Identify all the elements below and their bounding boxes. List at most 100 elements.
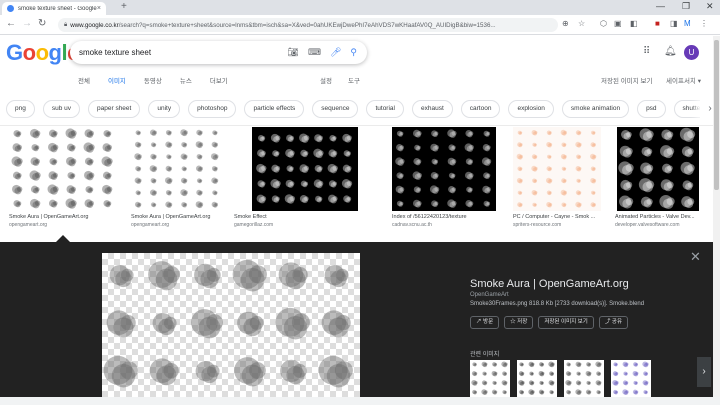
- search-chip[interactable]: particle effects: [244, 100, 305, 118]
- back-icon[interactable]: ←: [6, 18, 16, 29]
- result-title[interactable]: Index of /5612242012​3/texture: [392, 214, 502, 220]
- smoke-puff: [578, 372, 581, 375]
- smoke-puff: [484, 390, 488, 394]
- logo-letter: g: [48, 40, 62, 65]
- settings-link[interactable]: 설정: [320, 75, 332, 85]
- smoke-puff: [474, 390, 478, 394]
- minimize-button[interactable]: —: [656, 1, 665, 11]
- search-chip[interactable]: sub uv: [42, 100, 81, 118]
- search-box[interactable]: smoke texture sheet 📷︎ ⌨ 🎤︎ ⚲: [70, 41, 367, 64]
- url-path: /search?q=smoke+texture+sheet&source=lnm…: [118, 21, 496, 29]
- smoke-puff: [399, 158, 405, 164]
- extension-icon[interactable]: ■: [655, 19, 660, 28]
- maximize-button[interactable]: ❐: [682, 1, 690, 12]
- search-chip[interactable]: tutorial: [366, 100, 404, 118]
- bookmark-star-icon[interactable]: ☆: [578, 19, 585, 28]
- apps-grid-icon[interactable]: ⠿: [643, 46, 650, 57]
- result-thumbnail[interactable]: [252, 127, 358, 211]
- safesearch-link[interactable]: 세이프서치 ▾: [666, 75, 701, 85]
- notifications-icon[interactable]: 🔔︎: [664, 46, 677, 57]
- result-thumbnail[interactable]: [131, 127, 223, 211]
- smoke-puff: [504, 390, 507, 394]
- extension-icon[interactable]: ⬡: [600, 19, 607, 28]
- smoke-puff: [615, 380, 619, 385]
- save-button[interactable]: ☆ 저장: [504, 316, 534, 329]
- related-thumbnail[interactable]: [611, 360, 651, 397]
- search-input[interactable]: smoke texture sheet: [79, 48, 288, 57]
- avatar[interactable]: U: [684, 45, 699, 60]
- extension-icon[interactable]: ◨: [670, 19, 678, 28]
- smoke-puff: [626, 131, 632, 138]
- result-title[interactable]: Smoke Effect: [234, 214, 374, 220]
- zoom-icon[interactable]: ⊕: [562, 19, 569, 28]
- extension-icon[interactable]: ◧: [630, 19, 638, 28]
- result-title[interactable]: PC / Computer - Cayne - Smok ...: [513, 214, 605, 220]
- search-chip[interactable]: photoshop: [188, 100, 237, 118]
- share-button[interactable]: ⤴ 공유: [598, 316, 629, 329]
- forward-icon[interactable]: →: [22, 18, 32, 29]
- extension-icon[interactable]: ▣: [614, 19, 622, 28]
- result-thumbnail[interactable]: [9, 127, 117, 211]
- search-icon[interactable]: ⚲: [350, 47, 357, 58]
- search-chip[interactable]: png: [6, 100, 35, 118]
- search-chip[interactable]: sequence: [312, 100, 359, 118]
- reload-icon[interactable]: ↻: [38, 18, 46, 29]
- close-icon[interactable]: ✕: [690, 249, 701, 265]
- page-scrollbar[interactable]: [713, 36, 720, 397]
- result-thumbnail[interactable]: [513, 127, 601, 211]
- visit-button[interactable]: ↗ 방문: [470, 316, 500, 329]
- smoke-puff: [16, 186, 23, 192]
- tab-close-icon[interactable]: ×: [97, 5, 101, 12]
- smoke-puff: [534, 190, 538, 195]
- menu-icon[interactable]: ⋮: [700, 19, 708, 28]
- search-chip[interactable]: unity: [148, 100, 181, 118]
- preview-title[interactable]: Smoke Aura | OpenGameArt.org: [470, 278, 629, 290]
- smoke-puff: [303, 165, 310, 171]
- result-title[interactable]: Smoke Aura | OpenGameArt.org: [131, 214, 231, 220]
- smoke-puff: [635, 381, 638, 384]
- address-bar[interactable]: 🔒︎ www.google.co.kr /search?q=smoke+text…: [58, 18, 558, 32]
- smoke-puff: [332, 136, 337, 140]
- microphone-icon[interactable]: 🎤︎: [330, 47, 341, 58]
- new-tab-button[interactable]: +: [121, 1, 127, 12]
- saved-images-link[interactable]: 저장된 이미지 보기: [601, 75, 652, 85]
- smoke-puff: [289, 135, 295, 141]
- smoke-puff: [261, 136, 266, 140]
- result-title[interactable]: Animated Particles - Valve Dev...: [615, 214, 707, 220]
- next-image-button[interactable]: ›: [697, 357, 711, 387]
- browser-toolbar: ← → ↻ 🔒︎ www.google.co.kr /search?q=smok…: [0, 15, 720, 35]
- view-saved-button[interactable]: 저장된 이미지 보기: [538, 316, 594, 329]
- result-thumbnail[interactable]: [617, 127, 699, 211]
- keyboard-icon[interactable]: ⌨: [308, 47, 321, 58]
- smoke-puff: [474, 363, 477, 366]
- smoke-puff: [551, 390, 554, 394]
- search-chip[interactable]: explosion: [508, 100, 554, 118]
- close-window-button[interactable]: ✕: [706, 1, 714, 12]
- related-thumbnail[interactable]: [470, 360, 510, 397]
- extension-icon[interactable]: M: [684, 19, 691, 28]
- camera-icon[interactable]: 📷︎: [288, 47, 299, 58]
- related-thumbnail[interactable]: [517, 360, 557, 397]
- smoke-puff: [275, 180, 281, 187]
- tools-link[interactable]: 도구: [348, 75, 360, 85]
- smoke-puff: [417, 159, 422, 164]
- search-chip[interactable]: paper sheet: [88, 100, 141, 118]
- smoke-puff: [206, 314, 223, 331]
- smoke-puff: [289, 195, 296, 202]
- result-title[interactable]: Smoke Aura | OpenGameArt.org: [9, 214, 119, 220]
- preview-image[interactable]: [102, 253, 360, 397]
- scrollbar-thumb[interactable]: [714, 40, 719, 190]
- related-thumbnail[interactable]: [564, 360, 604, 397]
- search-chip[interactable]: psd: [637, 100, 666, 118]
- smoke-puff: [519, 178, 523, 183]
- result-thumbnail[interactable]: [392, 127, 496, 211]
- smoke-puff: [199, 166, 203, 171]
- smoke-puff: [214, 131, 218, 134]
- google-logo[interactable]: Google: [6, 40, 79, 66]
- search-chip[interactable]: cartoon: [460, 100, 501, 118]
- smoke-puff: [417, 131, 422, 136]
- search-chip[interactable]: smoke animation: [561, 100, 630, 118]
- search-chip[interactable]: exhaust: [411, 100, 453, 118]
- browser-tab[interactable]: smoke texture sheet - Google ×: [2, 2, 106, 15]
- smoke-puff: [163, 363, 179, 379]
